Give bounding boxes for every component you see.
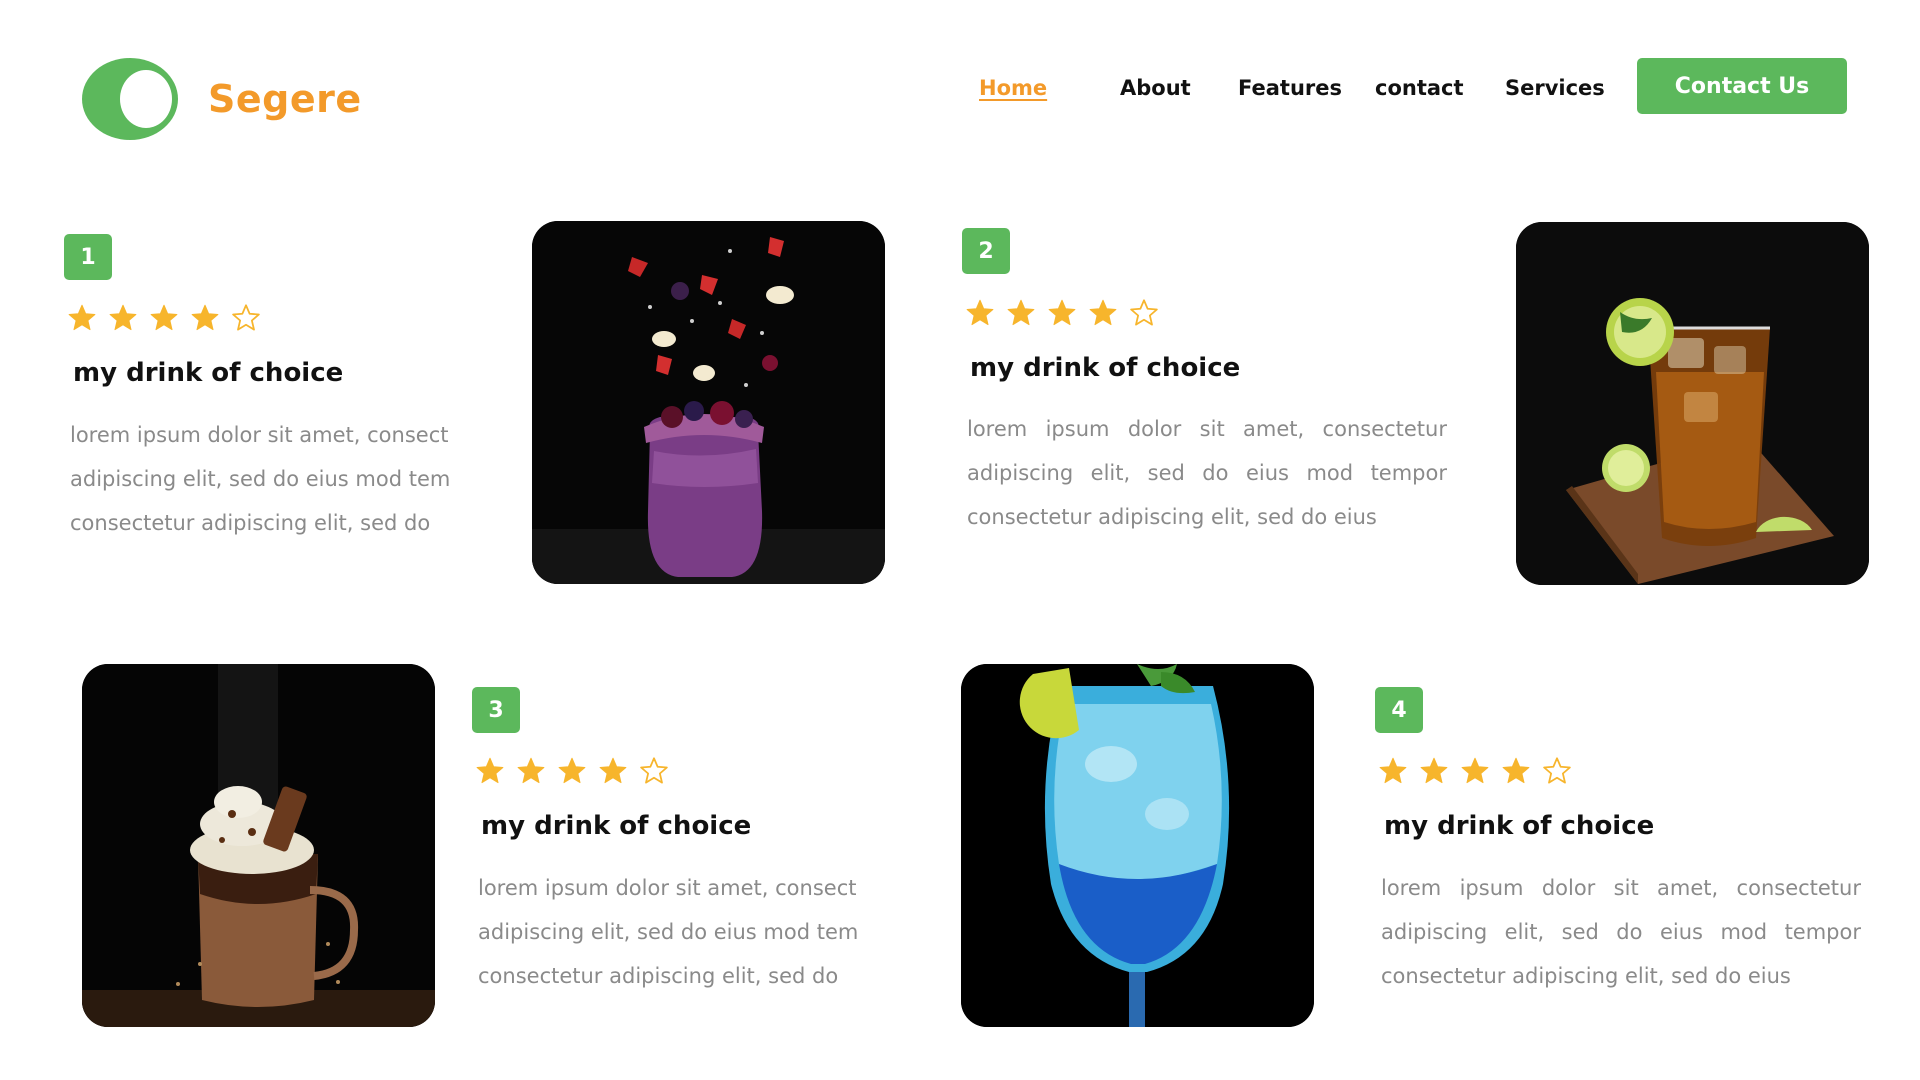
card-4-title: my drink of choice	[1384, 811, 1655, 841]
card-1-rating	[67, 303, 261, 333]
star-filled-icon	[966, 299, 994, 326]
star-filled-icon	[517, 757, 545, 784]
star-outline-icon	[232, 304, 260, 331]
star-filled-icon	[1502, 757, 1530, 784]
star-filled-icon	[68, 304, 96, 331]
star-filled-icon	[1007, 299, 1035, 326]
berry-smoothie-image	[532, 221, 885, 584]
star-filled-icon	[191, 304, 219, 331]
star-filled-icon	[150, 304, 178, 331]
card-3-description: lorem ipsum dolor sit amet, consect adip…	[478, 876, 859, 988]
card-2-rating	[965, 298, 1159, 328]
star-filled-icon	[1048, 299, 1076, 326]
card-2-number-badge: 2	[962, 228, 1010, 274]
blue-lagoon-image	[961, 664, 1314, 1027]
star-filled-icon	[1379, 757, 1407, 784]
card-1-number-badge: 1	[64, 234, 112, 280]
nav-link-about[interactable]: About	[1120, 76, 1191, 100]
star-outline-icon	[640, 757, 668, 784]
main-nav: Home About Features contact Services	[0, 76, 1920, 106]
card-3-title: my drink of choice	[481, 811, 752, 841]
nav-link-home[interactable]: Home	[979, 76, 1047, 100]
card-1-title: my drink of choice	[73, 358, 344, 388]
card-4-description: lorem ipsum dolor sit amet, consectetur …	[1381, 876, 1861, 988]
star-filled-icon	[109, 304, 137, 331]
nav-link-contact[interactable]: contact	[1375, 76, 1464, 100]
star-filled-icon	[476, 757, 504, 784]
card-3-photo	[82, 664, 435, 1027]
card-4-photo	[961, 664, 1314, 1027]
card-4-rating	[1378, 756, 1572, 786]
star-filled-icon	[558, 757, 586, 784]
card-2-photo	[1516, 222, 1869, 585]
iced-tea-image	[1516, 222, 1869, 585]
star-filled-icon	[1461, 757, 1489, 784]
star-filled-icon	[1420, 757, 1448, 784]
card-2-title: my drink of choice	[970, 353, 1241, 383]
nav-link-services[interactable]: Services	[1505, 76, 1605, 100]
card-2-description: lorem ipsum dolor sit amet, consectetur …	[967, 417, 1447, 529]
card-4-number-badge: 4	[1375, 687, 1423, 733]
card-1-description: lorem ipsum dolor sit amet, consect adip…	[70, 423, 451, 535]
card-3-number-badge: 3	[472, 687, 520, 733]
star-outline-icon	[1543, 757, 1571, 784]
star-filled-icon	[1089, 299, 1117, 326]
card-3-rating	[475, 756, 669, 786]
contact-us-button[interactable]: Contact Us	[1637, 58, 1847, 114]
star-outline-icon	[1130, 299, 1158, 326]
card-1-photo	[532, 221, 885, 584]
nav-link-features[interactable]: Features	[1238, 76, 1342, 100]
star-filled-icon	[599, 757, 627, 784]
chocolate-milkshake-image	[82, 664, 435, 1027]
